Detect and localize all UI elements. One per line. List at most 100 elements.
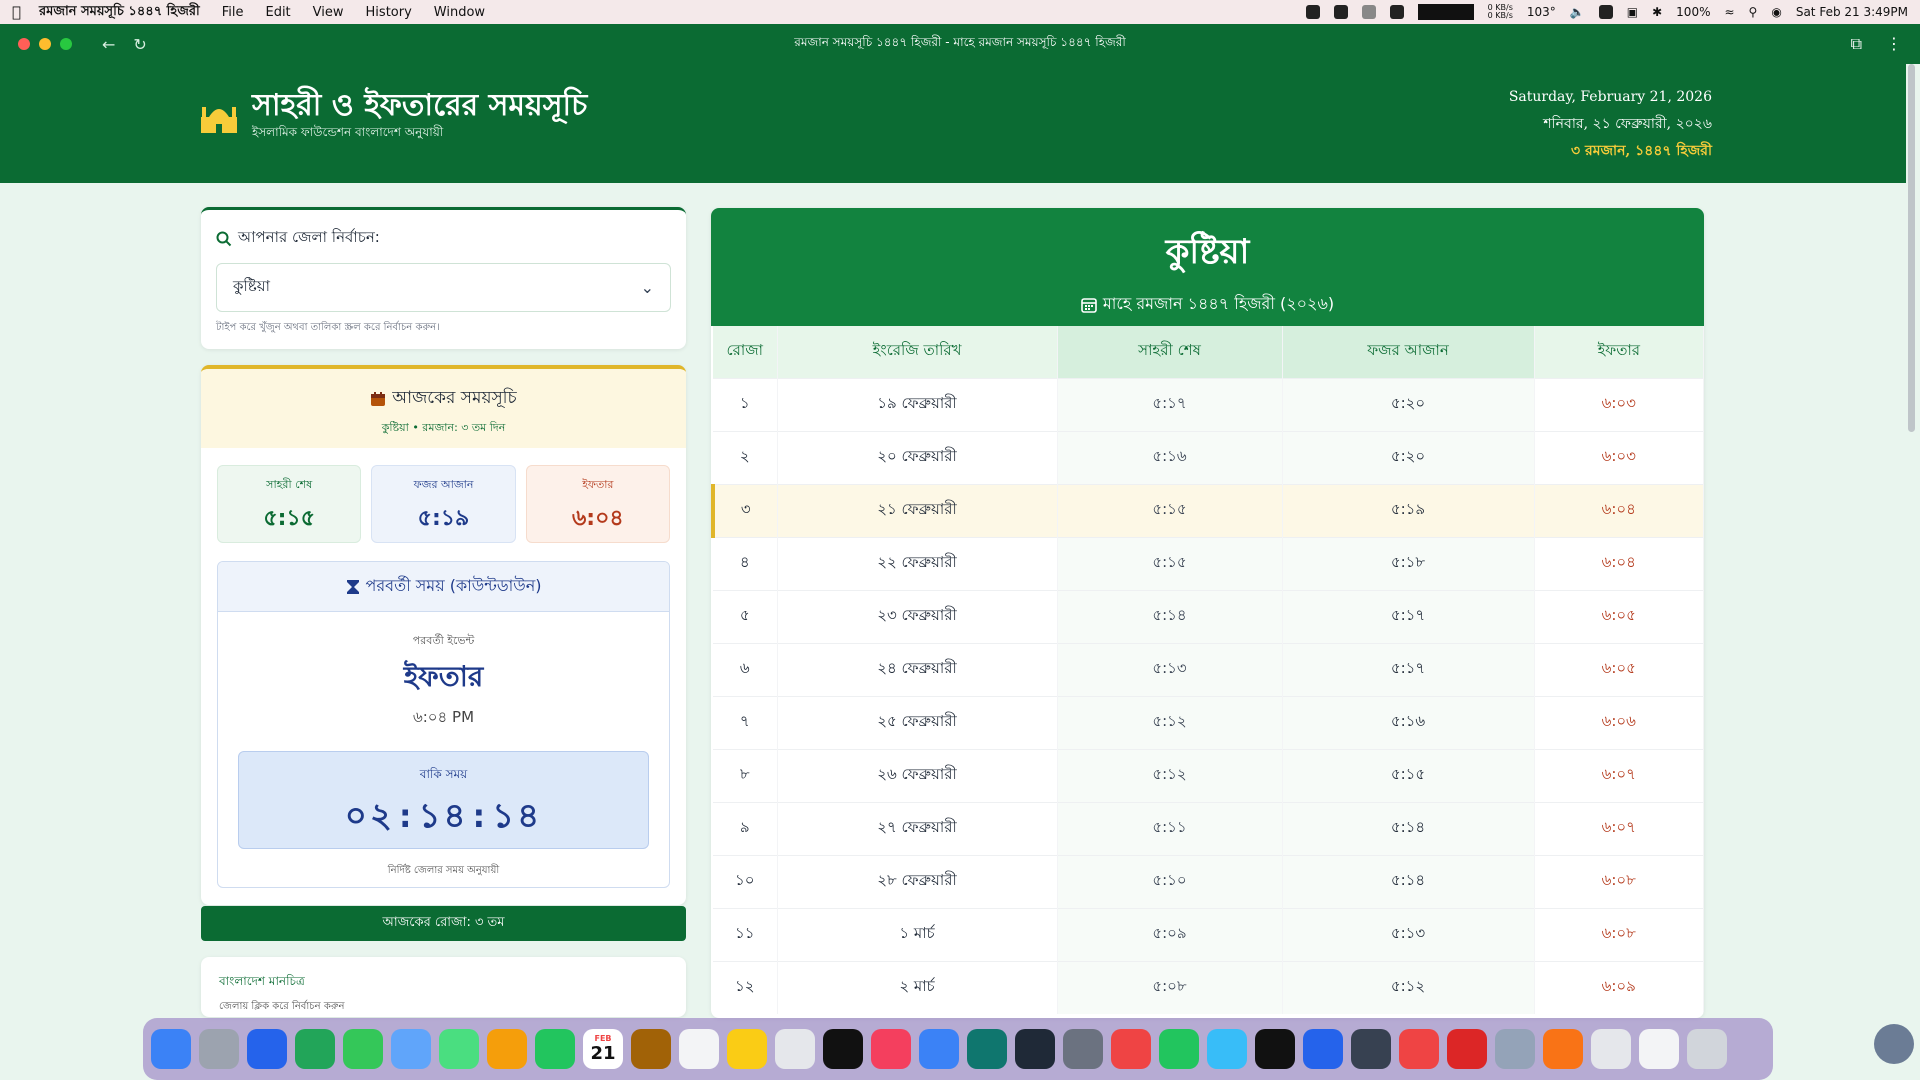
sehri-time: ৫:১৭	[1057, 377, 1283, 431]
cloud-icon[interactable]	[1361, 5, 1376, 19]
user-avatar[interactable]	[1874, 1024, 1914, 1064]
contacts-icon[interactable]	[631, 1029, 671, 1069]
english-date: ২৫ ফেব্রুয়ারী	[777, 695, 1058, 749]
site-subtitle: ইসলামিক ফাউন্ডেশন বাংলাদেশ অনুযায়ী	[252, 125, 444, 139]
menu-history[interactable]: History	[366, 5, 412, 20]
w-app-icon[interactable]	[1333, 5, 1348, 19]
fajr-time: ৫:১৭	[1282, 589, 1535, 643]
calendar-month-label: FEB	[594, 1034, 612, 1043]
record-icon[interactable]	[1305, 5, 1320, 19]
cpu-graph-icon[interactable]	[1417, 4, 1474, 20]
finder-icon[interactable]	[151, 1029, 191, 1069]
reload-icon[interactable]: ↻	[133, 35, 146, 54]
active-app-name[interactable]: রমজান সময়সূচি ১৪৪৭ হিজরী	[39, 2, 200, 23]
remaining-time-label: বাকি সময়	[419, 767, 468, 781]
apple-tv-icon[interactable]	[823, 1029, 863, 1069]
roza-number: ১০	[713, 854, 778, 908]
minimize-window-button[interactable]	[39, 38, 51, 50]
iftar-time: ৬:০৮	[1534, 907, 1704, 961]
apple-logo-icon[interactable]: 	[12, 3, 21, 21]
english-date: ২৪ ফেব্রুয়ারী	[777, 642, 1058, 696]
remaining-time-box: বাকি সময় ০২:১৪:১৪	[238, 751, 649, 849]
menu-view[interactable]: View	[313, 5, 344, 20]
more-options-icon[interactable]: ⋮	[1886, 34, 1902, 54]
site-brand[interactable]: সাহরী ও ইফতারের সময়সূচি ইসলামিক ফাউন্ডে…	[198, 88, 587, 144]
telegram-icon[interactable]	[1207, 1029, 1247, 1069]
bluetooth-icon[interactable]: ✱	[1652, 5, 1662, 19]
facetime-icon[interactable]	[535, 1029, 575, 1069]
page-scrollbar[interactable]	[1906, 64, 1916, 1020]
english-date: ১ মার্চ	[777, 907, 1058, 961]
system-settings-icon[interactable]	[1063, 1029, 1103, 1069]
wps-office-icon[interactable]	[1447, 1029, 1487, 1069]
fajr-time: ৫:১৪	[1282, 854, 1535, 908]
notes-icon[interactable]	[727, 1029, 767, 1069]
reminders-icon[interactable]	[679, 1029, 719, 1069]
archive-utility-icon[interactable]	[1591, 1029, 1631, 1069]
vscode-icon[interactable]	[1303, 1029, 1343, 1069]
text-editor-icon[interactable]	[1351, 1029, 1391, 1069]
battery-readout[interactable]: 100%	[1676, 5, 1710, 19]
english-date: ২৮ ফেব্রুয়ারী	[777, 854, 1058, 908]
freeform-icon[interactable]	[775, 1029, 815, 1069]
documents-folder-icon[interactable]	[1639, 1029, 1679, 1069]
spotlight-icon[interactable]: ⚲	[1749, 5, 1758, 19]
menu-edit[interactable]: Edit	[265, 5, 290, 20]
calendar-icon[interactable]: FEB 21	[583, 1029, 623, 1069]
zoom-window-button[interactable]	[60, 38, 72, 50]
control-center-icon[interactable]: ◉	[1771, 5, 1781, 19]
schedule-table-header: রোজা ইংরেজি তারিখ সাহরী শেষ ফজর আজান ইফত…	[713, 326, 1704, 378]
input-source-icon[interactable]	[1598, 5, 1613, 19]
sehri-time: ৫:১১	[1057, 801, 1283, 855]
bangladesh-map-card[interactable]: বাংলাদেশ মানচিত্র জেলায় ক্লিক করে নির্ব…	[201, 957, 686, 1017]
display-icon[interactable]: ▣	[1627, 5, 1638, 19]
app-store-icon[interactable]	[919, 1029, 959, 1069]
chrome-icon[interactable]	[295, 1029, 335, 1069]
podcasts-icon[interactable]	[1255, 1029, 1295, 1069]
wifi-icon[interactable]: ≈	[1724, 5, 1734, 19]
temperature-readout[interactable]: 103°	[1527, 5, 1556, 19]
chevron-down-icon: ⌄	[640, 278, 654, 297]
scrollbar-thumb[interactable]	[1908, 64, 1915, 432]
quran-icon[interactable]	[967, 1029, 1007, 1069]
mail-icon[interactable]	[391, 1029, 431, 1069]
back-icon[interactable]: ←	[102, 35, 115, 54]
music-icon[interactable]	[871, 1029, 911, 1069]
launchpad-icon[interactable]	[199, 1029, 239, 1069]
sehri-time: ৫:১২	[1057, 695, 1283, 749]
district-selector-card: আপনার জেলা নির্বাচন: কুষ্টিয়া ⌄ টাইপ কর…	[201, 207, 686, 349]
sehri-time: ৫:০৯	[1057, 907, 1283, 961]
remaining-time-value: ০২:১৪:১৪	[344, 796, 543, 836]
youtube-icon[interactable]	[1111, 1029, 1151, 1069]
iftar-time: ৬:০৪	[1534, 483, 1704, 537]
messages-icon[interactable]	[343, 1029, 383, 1069]
menu-file[interactable]: File	[222, 5, 244, 20]
whatsapp-icon[interactable]	[1159, 1029, 1199, 1069]
close-window-button[interactable]	[18, 38, 30, 50]
table-row: ৮ ২৬ ফেব্রুয়ারী ৫:১২ ৫:১৫ ৬:০৭	[713, 748, 1704, 802]
macos-menu-bar:  রমজান সময়সূচি ১৪৪৭ হিজরী File Edit Vi…	[0, 0, 1920, 24]
sehri-time: ৫:১০	[1057, 854, 1283, 908]
pdf-reader-icon[interactable]	[1399, 1029, 1439, 1069]
maps-icon[interactable]	[439, 1029, 479, 1069]
extensions-icon[interactable]: ⧉	[1851, 34, 1862, 54]
menu-window[interactable]: Window	[434, 5, 485, 20]
menubar-clock[interactable]: Sat Feb 21 3:49PM	[1796, 5, 1908, 19]
microsoft-office-icon[interactable]	[1543, 1029, 1583, 1069]
sehri-time: ৫:১৩	[1057, 642, 1283, 696]
safari-icon[interactable]	[247, 1029, 287, 1069]
table-row: ৪ ২২ ফেব্রুয়ারী ৫:১৫ ৫:১৮ ৬:০৪	[713, 536, 1704, 590]
district-help-text: টাইপ করে খুঁজুন অথবা তালিকা স্ক্রল করে ন…	[216, 322, 440, 333]
district-select[interactable]: কুষ্টিয়া ⌄	[216, 263, 671, 312]
photos-icon[interactable]	[487, 1029, 527, 1069]
trash-icon[interactable]	[1687, 1029, 1727, 1069]
search-icon	[216, 231, 232, 246]
schedule-header: কুষ্টিয়া মাহে রমজান ১৪৪৭ হিজরী (২০২৬)	[711, 208, 1704, 326]
preview-icon[interactable]	[1495, 1029, 1535, 1069]
a-app-icon[interactable]	[1389, 5, 1404, 19]
iftar-time: ৬:০৩	[1534, 430, 1704, 484]
fajr-time: ৫:১৬	[1282, 695, 1535, 749]
volume-icon[interactable]: 🔈	[1570, 5, 1585, 19]
roza-number: ৫	[713, 589, 778, 643]
terminal-icon[interactable]	[1015, 1029, 1055, 1069]
